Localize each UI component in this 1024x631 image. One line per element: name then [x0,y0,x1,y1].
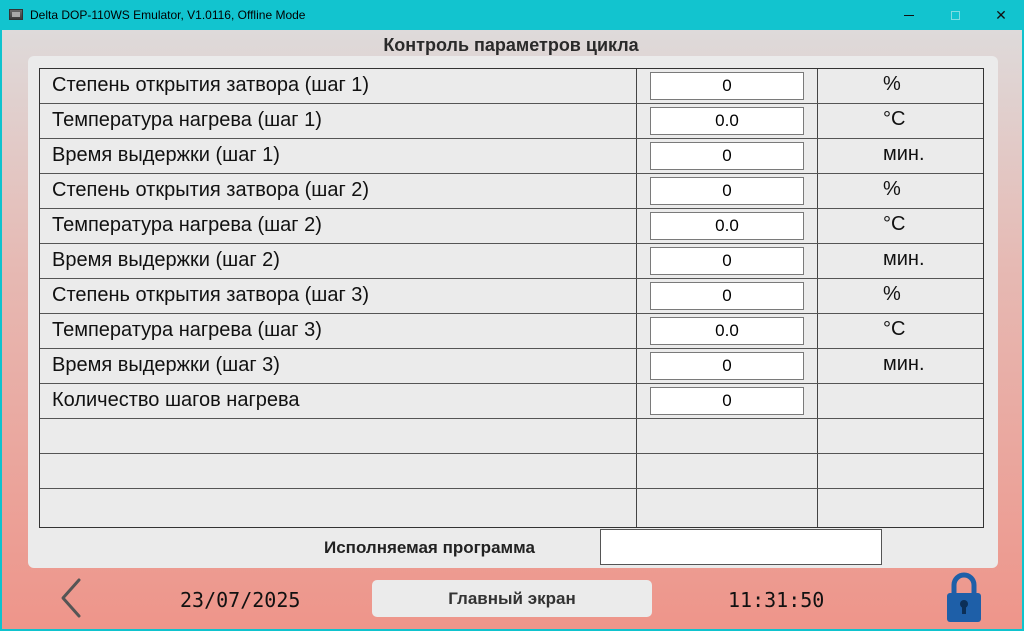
app-icon [9,9,23,20]
table-row: Степень открытия затвора (шаг 1) 0 % [40,69,983,104]
parameters-table: Степень открытия затвора (шаг 1) 0 % Тем… [39,68,984,528]
home-screen-button[interactable]: Главный экран [372,580,652,617]
program-label: Исполняемая программа [324,538,535,557]
maximize-button[interactable] [932,0,978,30]
date-display: 23/07/2025 [180,588,301,612]
page-title: Контроль параметров цикла [383,35,639,55]
parameter-value-field[interactable]: 0 [650,387,804,415]
parameter-unit: °C [883,108,906,130]
hmi-screen: Контроль параметров цикла Степень открыт… [2,30,1022,629]
table-row: Количество шагов нагрева 0 [40,384,983,419]
empty-table-row [40,419,983,454]
parameter-label: Время выдержки (шаг 3) [52,354,280,376]
parameter-value-field[interactable]: 0 [650,282,804,310]
table-row: Температура нагрева (шаг 2) 0.0 °C [40,209,983,244]
parameter-label: Температура нагрева (шаг 2) [52,214,322,236]
table-row: Время выдержки (шаг 2) 0 мин. [40,244,983,279]
parameter-unit: мин. [883,353,925,375]
parameter-label: Степень открытия затвора (шаг 3) [52,284,370,306]
parameter-value-field[interactable]: 0.0 [650,317,804,345]
parameter-value-field[interactable]: 0 [650,247,804,275]
minimize-button[interactable] [886,0,932,30]
parameter-unit: °C [883,213,906,235]
table-row: Температура нагрева (шаг 1) 0.0 °C [40,104,983,139]
parameter-unit: мин. [883,143,925,165]
table-row: Степень открытия затвора (шаг 2) 0 % [40,174,983,209]
parameter-label: Время выдержки (шаг 2) [52,249,280,271]
program-field[interactable] [600,529,882,565]
empty-table-row [40,489,983,527]
parameter-label: Количество шагов нагрева [52,389,300,411]
parameter-value-field[interactable]: 0 [650,72,804,100]
parameter-label: Температура нагрева (шаг 3) [52,319,322,341]
parameter-unit: °C [883,318,906,340]
close-button[interactable]: ✕ [978,0,1024,30]
parameter-label: Температура нагрева (шаг 1) [52,109,322,131]
window-title: Delta DOP-110WS Emulator, V1.0116, Offli… [30,8,306,22]
parameter-unit: % [883,283,901,305]
chevron-left-icon [61,578,81,618]
parameter-value-field[interactable]: 0.0 [650,212,804,240]
table-row: Степень открытия затвора (шаг 3) 0 % [40,279,983,314]
lock-icon [947,572,981,622]
parameter-label: Степень открытия затвора (шаг 2) [52,179,370,201]
table-row: Время выдержки (шаг 1) 0 мин. [40,139,983,174]
parameter-value-field[interactable]: 0.0 [650,107,804,135]
emulator-window: Delta DOP-110WS Emulator, V1.0116, Offli… [0,0,1024,631]
parameter-label: Время выдержки (шаг 1) [52,144,280,166]
minimize-icon [904,14,914,16]
parameter-unit: % [883,73,901,95]
title-bar: Delta DOP-110WS Emulator, V1.0116, Offli… [0,0,1024,30]
parameter-value-field[interactable]: 0 [650,352,804,380]
parameter-unit: мин. [883,248,925,270]
table-row: Температура нагрева (шаг 3) 0.0 °C [40,314,983,349]
table-row: Время выдержки (шаг 3) 0 мин. [40,349,983,384]
parameter-label: Степень открытия затвора (шаг 1) [52,74,370,96]
back-button[interactable] [57,576,87,620]
maximize-icon [950,10,960,20]
empty-table-row [40,454,983,489]
parameter-value-field[interactable]: 0 [650,142,804,170]
lock-button[interactable] [944,570,984,624]
parameter-unit: % [883,178,901,200]
time-display: 11:31:50 [728,588,825,612]
parameter-value-field[interactable]: 0 [650,177,804,205]
